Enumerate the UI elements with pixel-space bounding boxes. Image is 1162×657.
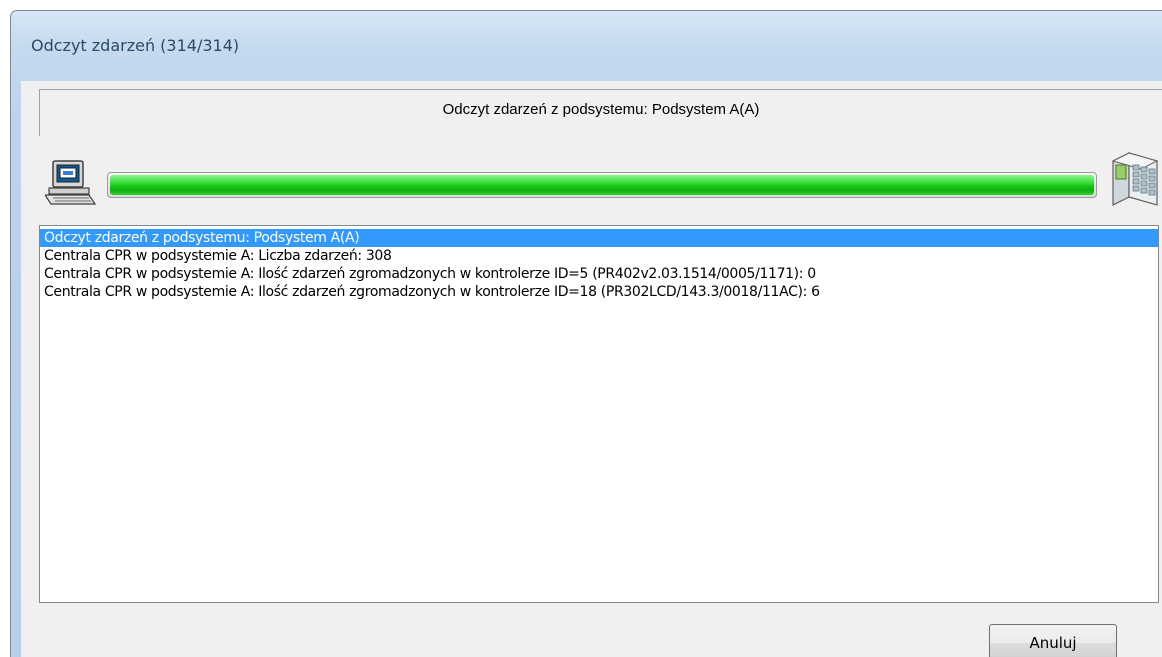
status-header-panel: Odczyt zdarzeń z podsystemu: Podsystem A… [39, 89, 1162, 136]
computer-icon [45, 160, 97, 205]
dialog-body: Odczyt zdarzeń z podsystemu: Podsystem A… [21, 81, 1162, 657]
event-log-list[interactable]: Odczyt zdarzeń z podsystemu: Podsystem A… [39, 225, 1159, 603]
event-read-dialog: Odczyt zdarzeń (314/314) Odczyt zdarzeń … [10, 10, 1162, 657]
cancel-button[interactable]: Anuluj [989, 624, 1117, 657]
controller-device-icon [1111, 152, 1159, 206]
progress-bar [107, 172, 1097, 198]
log-line[interactable]: Odczyt zdarzeń z podsystemu: Podsystem A… [40, 229, 1158, 247]
log-line[interactable]: Centrala CPR w podsystemie A: Ilość zdar… [40, 265, 1158, 283]
log-line[interactable]: Centrala CPR w podsystemie A: Liczba zda… [40, 247, 1158, 265]
log-line[interactable]: Centrala CPR w podsystemie A: Ilość zdar… [40, 283, 1158, 301]
progress-fill [110, 175, 1094, 195]
status-header-text: Odczyt zdarzeń z podsystemu: Podsystem A… [442, 101, 760, 118]
title-bar[interactable]: Odczyt zdarzeń (314/314) [11, 11, 1162, 81]
window-title: Odczyt zdarzeń (314/314) [31, 36, 240, 55]
